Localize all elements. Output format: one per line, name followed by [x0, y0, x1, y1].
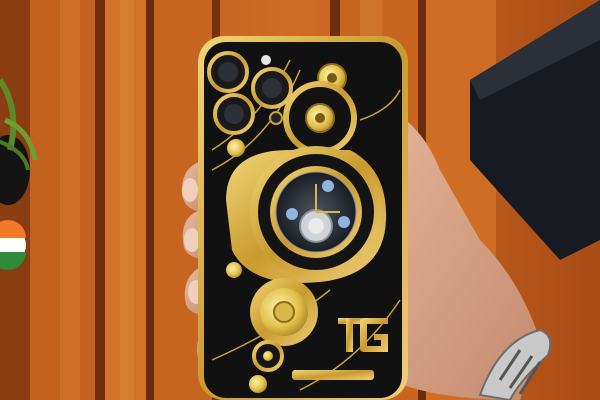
gold-nameplate — [292, 370, 374, 380]
photo-illustration — [0, 0, 600, 400]
tourbillon-dial — [226, 146, 387, 283]
photo-scene — [0, 0, 600, 400]
tricolor-flag — [0, 220, 26, 270]
phone-case — [198, 36, 408, 400]
